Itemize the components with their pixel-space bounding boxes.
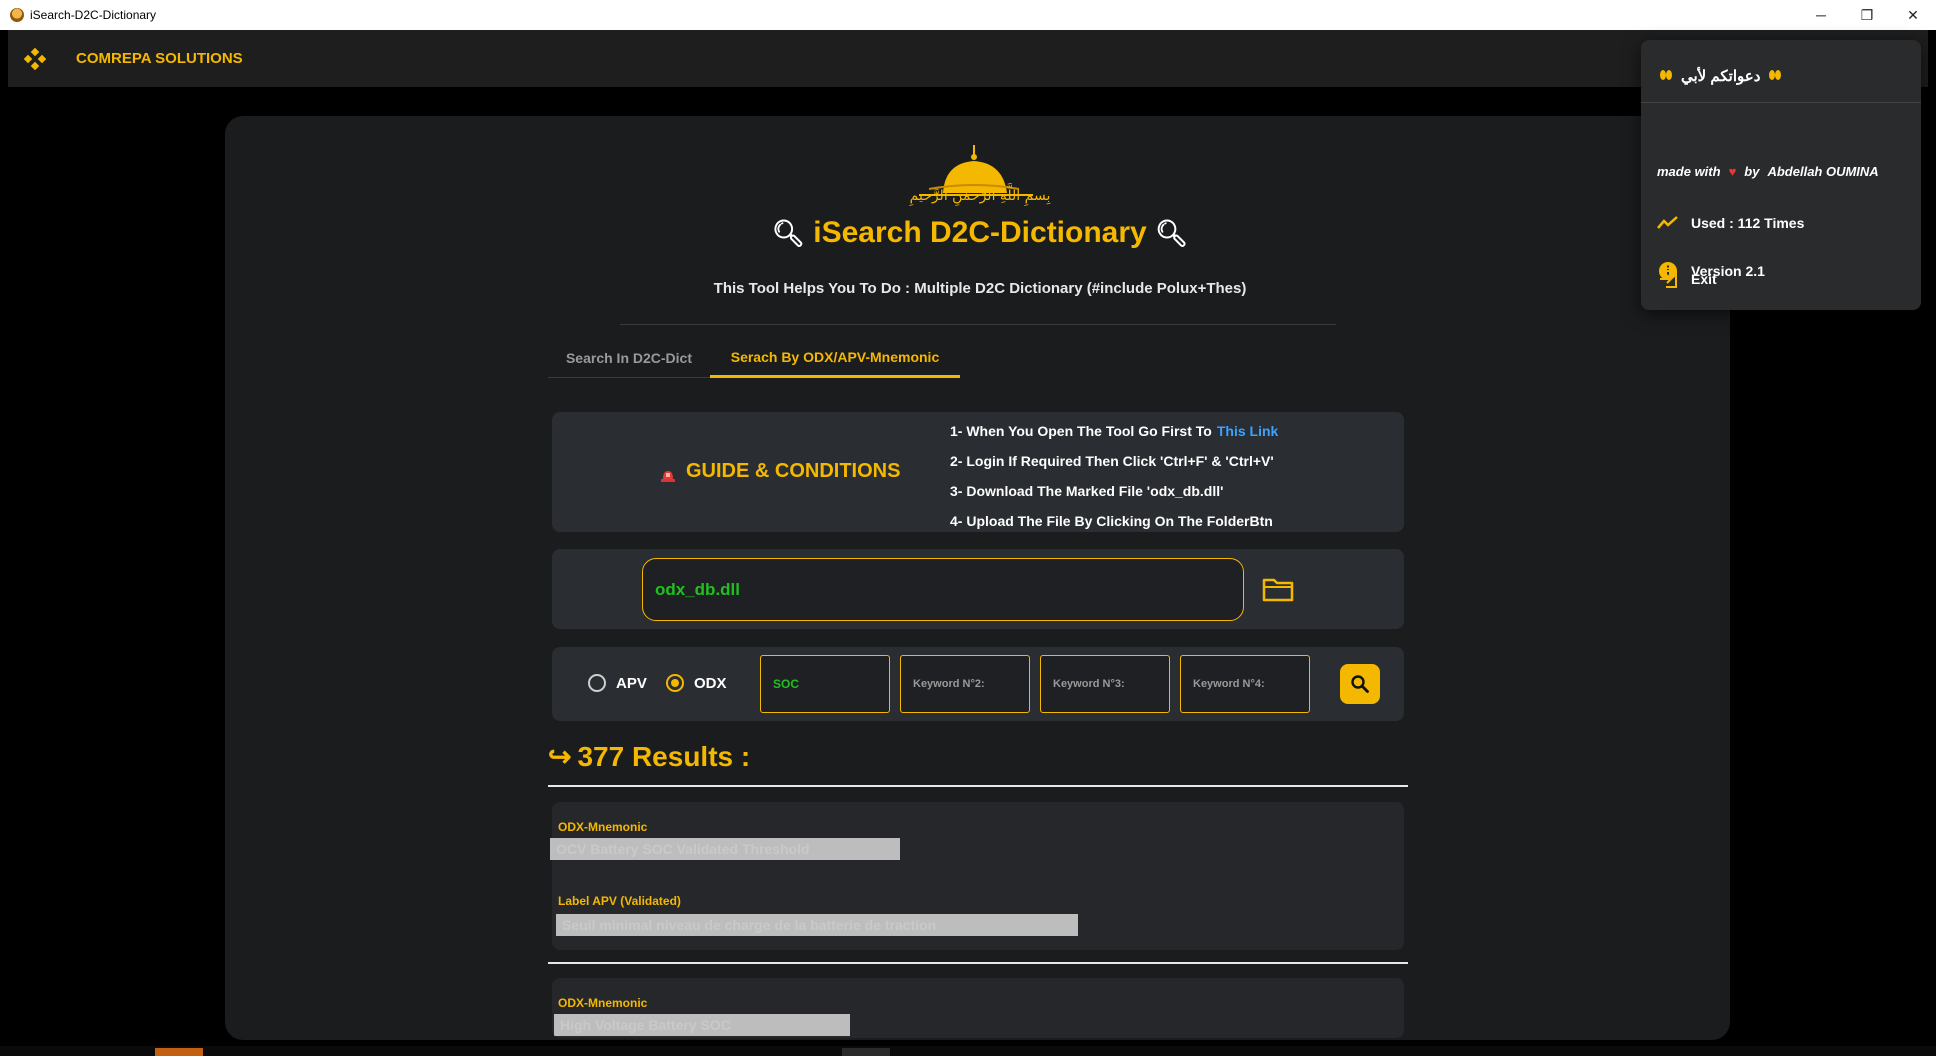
guide-step: 1- When You Open The Tool Go First To Th…	[950, 416, 1278, 446]
result-value[interactable]: Seuil minimal niveau de charge de la bat…	[556, 914, 1078, 936]
folder-icon[interactable]	[1260, 571, 1296, 607]
exit-text: Exit	[1691, 271, 1717, 287]
siren-icon	[660, 465, 676, 482]
magnifier-icon: 🔍︎	[1155, 218, 1189, 248]
tab-search-d2c-dict[interactable]: Search In D2C-Dict	[548, 338, 710, 378]
search-button[interactable]	[1340, 664, 1380, 704]
praying-hands-icon	[1768, 68, 1782, 85]
app-header: COMREPA SOLUTIONS	[8, 30, 1928, 87]
results-count: 377 Results :	[577, 740, 751, 772]
guide-heading: GUIDE & CONDITIONS	[660, 460, 900, 483]
window-controls: ─ ❐ ✕	[1798, 0, 1936, 30]
author-name: Abdellah OUMINA	[1767, 164, 1879, 179]
magnifier-icon: 🔍︎	[771, 218, 805, 248]
guide-link[interactable]: This Link	[1217, 423, 1278, 439]
results-divider	[548, 785, 1408, 787]
guide-step-text: 1- When You Open The Tool Go First To	[950, 423, 1212, 439]
search-icon	[1351, 675, 1369, 693]
result-value[interactable]: OCV Battery SOC Validated Threshold	[550, 838, 900, 860]
guide-steps: 1- When You Open The Tool Go First To Th…	[950, 416, 1278, 536]
exit-menu-item[interactable]: Exit	[1657, 268, 1717, 290]
window-titlebar: iSearch-D2C-Dictionary ─ ❐ ✕	[0, 0, 1936, 30]
heart-icon: ♥	[1728, 164, 1737, 179]
radio-apv[interactable]: APV	[588, 674, 647, 692]
dua-text: دعواتكم لأبي	[1681, 68, 1761, 85]
radio-odx[interactable]: ODX	[666, 674, 727, 692]
file-row: odx_db.dll	[552, 549, 1404, 629]
results-heading: ↪ 377 Results :	[548, 740, 750, 773]
return-arrow-icon: ↪	[548, 741, 572, 772]
window-title: iSearch-D2C-Dictionary	[30, 8, 157, 22]
basmala-text: بِسمِ اللَّهِ الرَّحمٰنِ الرَّحيمِ	[909, 188, 1051, 204]
diamond-cluster-icon	[23, 47, 47, 70]
result-card: ODX-Mnemonic High Voltage Battery SOC	[552, 978, 1404, 1038]
guide-panel: GUIDE & CONDITIONS 1- When You Open The …	[552, 412, 1404, 532]
made-with-text: made with	[1657, 164, 1721, 179]
taskbar-strip	[0, 1046, 1936, 1056]
file-path-field[interactable]: odx_db.dll	[642, 558, 1244, 621]
dua-line: دعواتكم لأبي	[1659, 62, 1782, 90]
result-divider	[548, 962, 1408, 964]
radio-apv-label: APV	[616, 674, 647, 692]
keyword-1-input[interactable]: SOC	[760, 655, 890, 713]
taskbar-app[interactable]	[842, 1048, 890, 1056]
exit-icon	[1657, 268, 1679, 290]
usage-text: Used : 112 Times	[1691, 215, 1805, 231]
credits-line: made with ♥ by Abdellah OUMINA	[1657, 164, 1879, 179]
page-title-text: iSearch D2C-Dictionary	[813, 216, 1147, 249]
guide-step: 2- Login If Required Then Click 'Ctrl+F'…	[950, 453, 1274, 469]
usage-row: Used : 112 Times	[1657, 212, 1804, 234]
by-text: by	[1744, 164, 1760, 179]
guide-heading-text: GUIDE & CONDITIONS	[686, 460, 901, 482]
guide-step: 4- Upload The File By Clicking On The Fo…	[950, 513, 1273, 529]
result-value[interactable]: High Voltage Battery SOC	[554, 1014, 850, 1036]
brand-name[interactable]: COMREPA SOLUTIONS	[76, 50, 243, 67]
result-label: Label APV (Validated)	[558, 894, 681, 908]
page-title: 🔍︎ iSearch D2C-Dictionary 🔍︎	[700, 216, 1260, 250]
keyword-4-input[interactable]: Keyword N°4:	[1180, 655, 1310, 713]
keyword-3-input[interactable]: Keyword N°3:	[1040, 655, 1170, 713]
result-label: ODX-Mnemonic	[558, 996, 648, 1010]
menu-divider	[1641, 102, 1921, 103]
page-subtitle: This Tool Helps You To Do : Multiple D2C…	[713, 280, 1247, 297]
app-icon	[10, 8, 24, 22]
guide-step: 3- Download The Marked File 'odx_db.dll'	[950, 483, 1224, 499]
radio-odx-label: ODX	[694, 674, 727, 692]
tab-bar: Search In D2C-Dict Serach By ODX/APV-Mne…	[548, 338, 960, 378]
keyword-2-input[interactable]: Keyword N°2:	[900, 655, 1030, 713]
radio-circle[interactable]	[588, 674, 606, 692]
tab-search-odx-apv[interactable]: Serach By ODX/APV-Mnemonic	[710, 338, 960, 378]
taskbar-app[interactable]	[155, 1048, 203, 1056]
radio-circle[interactable]	[666, 674, 684, 692]
result-card: ODX-Mnemonic OCV Battery SOC Validated T…	[550, 802, 1404, 950]
search-row: APV ODX SOC Keyword N°2: Keyword N°3: Ke…	[552, 647, 1404, 721]
restore-button[interactable]: ❐	[1844, 0, 1890, 30]
trend-icon	[1657, 212, 1679, 234]
praying-hands-icon	[1659, 68, 1673, 85]
divider	[620, 324, 1336, 325]
close-button[interactable]: ✕	[1890, 0, 1936, 30]
result-label: ODX-Mnemonic	[558, 820, 648, 834]
minimize-button[interactable]: ─	[1798, 0, 1844, 30]
